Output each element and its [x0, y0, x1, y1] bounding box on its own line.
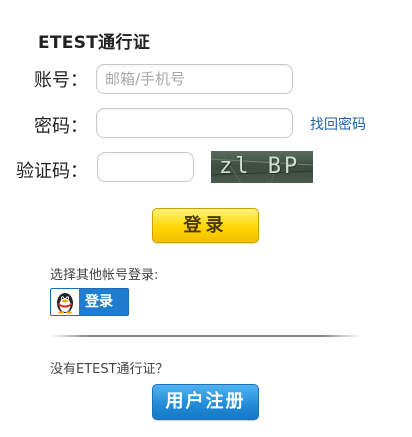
qq-login-button[interactable]: 登录	[50, 288, 129, 316]
qq-login-label: 登录	[85, 294, 113, 310]
password-label: 密码：	[34, 116, 88, 137]
captcha-input[interactable]	[97, 152, 194, 182]
no-account-prompt: 没有ETEST通行证？	[50, 362, 169, 377]
password-input[interactable]	[96, 108, 293, 138]
login-panel: ETEST通行证 账号： 密码： 找回密码 验证码： zl BP 登录 选择其他…	[0, 0, 412, 437]
divider	[50, 335, 360, 337]
login-button[interactable]: 登录	[152, 208, 259, 243]
other-login-prompt: 选择其他帐号登录:	[50, 268, 159, 283]
page-title: ETEST通行证	[38, 33, 151, 53]
account-label: 账号：	[34, 70, 88, 91]
account-input[interactable]	[96, 64, 293, 94]
captcha-text: zl BP	[219, 154, 301, 179]
captcha-label: 验证码：	[16, 161, 88, 182]
qq-penguin-icon	[51, 289, 79, 315]
captcha-image[interactable]: zl BP	[211, 151, 313, 183]
forgot-password-link[interactable]: 找回密码	[310, 114, 366, 134]
register-button[interactable]: 用户注册	[152, 384, 259, 420]
